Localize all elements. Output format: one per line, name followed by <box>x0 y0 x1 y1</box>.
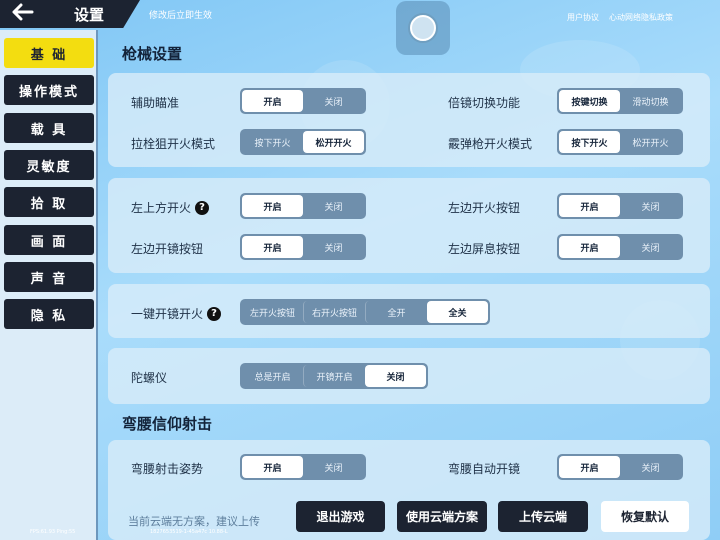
sidebar-item-sound[interactable]: 声 音 <box>4 262 94 292</box>
shotgun-fire-label: 霰弹枪开火模式 <box>448 137 533 151</box>
left-hold-breath-label: 左边屏息按钮 <box>448 242 521 256</box>
scope-switch-label: 倍镜切换功能 <box>448 96 521 110</box>
one-key-scope-right[interactable]: 右开火按钮 <box>303 301 365 323</box>
upload-cloud-button[interactable]: 上传云端 <box>498 501 588 532</box>
scope-switch-key[interactable]: 按键切换 <box>559 90 620 112</box>
help-icon[interactable]: ? <box>195 200 210 215</box>
left-hold-breath-on[interactable]: 开启 <box>559 236 620 258</box>
sidebar-item-pickup[interactable]: 拾 取 <box>4 187 94 217</box>
help-icon[interactable]: ? <box>207 306 222 321</box>
aim-assist-on[interactable]: 开启 <box>242 90 303 112</box>
left-hold-breath-toggle: 开启 关闭 <box>557 234 683 260</box>
aim-assist-label: 辅助瞄准 <box>131 96 180 110</box>
shotgun-fire-toggle: 按下开火 松开开火 <box>557 129 683 155</box>
sidebar-item-graphics[interactable]: 画 面 <box>4 225 94 255</box>
left-fire-btn-off[interactable]: 关闭 <box>620 195 681 217</box>
float-button[interactable] <box>396 1 450 55</box>
bolt-fire-release[interactable]: 松开开火 <box>303 131 364 153</box>
left-hold-breath-off[interactable]: 关闭 <box>620 236 681 258</box>
crouch-pose-on[interactable]: 开启 <box>242 456 303 478</box>
top-links: 用户协议 心动网络隐私政策 <box>567 12 673 23</box>
one-key-scope-all-on[interactable]: 全开 <box>365 301 427 323</box>
page-title: 设置 <box>74 5 105 24</box>
left-fire-btn-label: 左边开火按钮 <box>448 201 521 215</box>
sidebar-item-basic[interactable]: 基 础 <box>4 38 94 68</box>
fps-readout: FPS:61.93 Ping:55 <box>30 529 76 535</box>
gyroscope-always[interactable]: 总是开启 <box>242 365 303 387</box>
left-fire-btn-on[interactable]: 开启 <box>559 195 620 217</box>
left-scope-btn-on[interactable]: 开启 <box>242 236 303 258</box>
bolt-fire-press[interactable]: 按下开火 <box>242 131 303 153</box>
privacy-policy-link[interactable]: 心动网络隐私政策 <box>609 12 673 23</box>
left-scope-btn-off[interactable]: 关闭 <box>303 236 364 258</box>
bolt-fire-label: 拉栓狙开火模式 <box>131 137 216 151</box>
restore-default-button[interactable]: 恢复默认 <box>601 501 689 532</box>
crouch-auto-scope-on[interactable]: 开启 <box>559 456 620 478</box>
crouch-auto-scope-toggle: 开启 关闭 <box>557 454 683 480</box>
sidebar-item-control-mode[interactable]: 操作模式 <box>4 75 94 105</box>
one-key-scope-all-off[interactable]: 全关 <box>427 301 488 323</box>
aim-assist-off[interactable]: 关闭 <box>303 90 364 112</box>
top-bar: 设置 修改后立即生效 用户协议 心动网络隐私政策 <box>0 0 720 30</box>
float-button-icon <box>410 15 436 41</box>
crouch-pose-toggle: 开启 关闭 <box>240 454 366 480</box>
exit-game-button[interactable]: 退出游戏 <box>296 501 385 532</box>
sidebar-item-vehicle[interactable]: 载 具 <box>4 113 94 143</box>
crouch-auto-scope-off[interactable]: 关闭 <box>620 456 681 478</box>
sidebar: 基 础 操作模式 载 具 灵敏度 拾 取 画 面 声 音 隐 私 <box>0 30 98 540</box>
build-id: 1827653519-1-45a47c 10.88-L <box>150 529 228 535</box>
crouch-pose-off[interactable]: 关闭 <box>303 456 364 478</box>
left-scope-btn-label: 左边开镜按钮 <box>131 242 204 256</box>
crouch-pose-label: 弯腰射击姿势 <box>131 462 204 476</box>
aim-assist-toggle: 开启 关闭 <box>240 88 366 114</box>
scope-switch-toggle: 按键切换 滑动切换 <box>557 88 683 114</box>
scope-switch-slide[interactable]: 滑动切换 <box>620 90 681 112</box>
sidebar-item-privacy[interactable]: 隐 私 <box>4 299 94 329</box>
gyroscope-toggle: 总是开启 开镜开启 关闭 <box>240 363 428 389</box>
left-scope-btn-toggle: 开启 关闭 <box>240 234 366 260</box>
gyroscope-off[interactable]: 关闭 <box>365 365 426 387</box>
top-left-fire-off[interactable]: 关闭 <box>303 195 364 217</box>
gyroscope-label: 陀螺仪 <box>131 371 168 385</box>
left-fire-btn-toggle: 开启 关闭 <box>557 193 683 219</box>
user-agreement-link[interactable]: 用户协议 <box>567 12 599 23</box>
use-cloud-button[interactable]: 使用云端方案 <box>397 501 487 532</box>
one-key-scope-left[interactable]: 左开火按钮 <box>242 301 303 323</box>
sidebar-item-sensitivity[interactable]: 灵敏度 <box>4 150 94 180</box>
section-title-gun: 枪械设置 <box>122 45 183 63</box>
back-button[interactable]: 设置 <box>0 0 140 28</box>
shotgun-fire-release[interactable]: 松开开火 <box>620 131 681 153</box>
section-title-crouch: 弯腰信仰射击 <box>122 415 213 433</box>
top-left-fire-on[interactable]: 开启 <box>242 195 303 217</box>
bolt-fire-toggle: 按下开火 松开开火 <box>240 129 366 155</box>
cloud-note: 当前云端无方案，建议上传 <box>128 515 260 528</box>
apply-hint: 修改后立即生效 <box>149 11 213 21</box>
shotgun-fire-press[interactable]: 按下开火 <box>559 131 620 153</box>
gyroscope-scope[interactable]: 开镜开启 <box>303 365 365 387</box>
top-left-fire-label: 左上方开火 ? <box>131 199 210 216</box>
crouch-auto-scope-label: 弯腰自动开镜 <box>448 462 521 476</box>
one-key-scope-toggle: 左开火按钮 右开火按钮 全开 全关 <box>240 299 490 325</box>
one-key-scope-label: 一键开镜开火 ? <box>131 305 222 322</box>
top-left-fire-toggle: 开启 关闭 <box>240 193 366 219</box>
arrow-left-icon[interactable] <box>12 2 36 26</box>
